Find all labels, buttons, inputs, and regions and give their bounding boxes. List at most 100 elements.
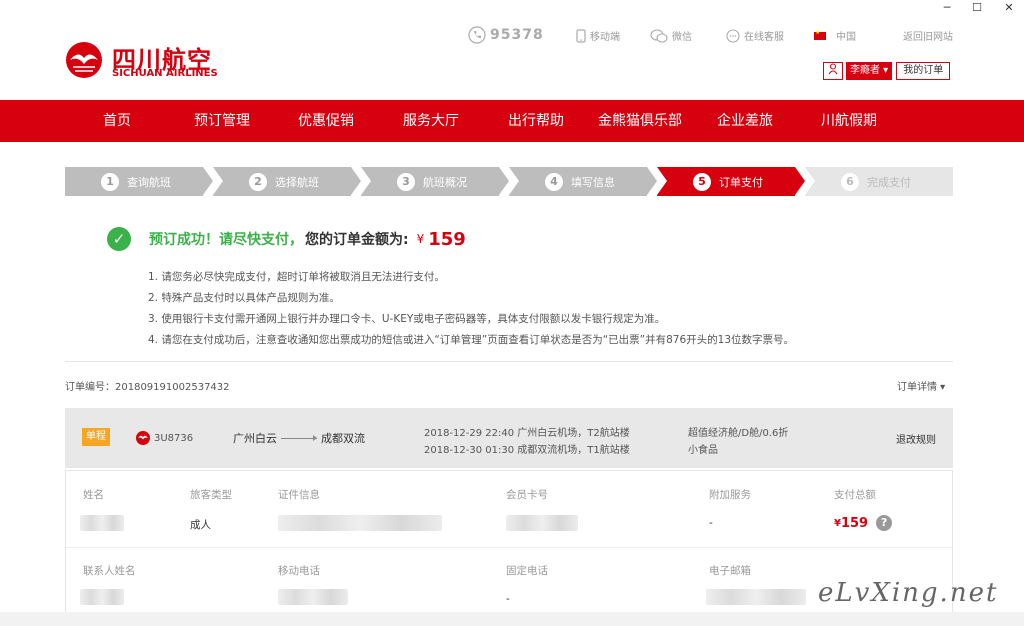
header-id-info: 证件信息	[278, 489, 320, 501]
order-number: 订单编号：201809191002537432	[65, 382, 230, 393]
nav-promotions[interactable]: 优惠促销	[298, 100, 354, 142]
landline-value: -	[506, 593, 510, 605]
nav-travel-help[interactable]: 出行帮助	[508, 100, 564, 142]
meal-info: 小食品	[688, 445, 718, 456]
site-logo[interactable]: 四川航空 SICHUAN AIRLINES	[64, 40, 218, 84]
redacted-contact-name	[80, 589, 124, 605]
success-check-icon: ✓	[107, 227, 131, 251]
step-search-flights: 1 查询航班	[65, 167, 203, 196]
nav-booking-management[interactable]: 预订管理	[194, 100, 250, 142]
booking-steps: 1 查询航班 2 选择航班 3 航班概况 4 填写信息 5 订单支付 6 完成支…	[65, 167, 953, 196]
flight-summary: 单程 3U8736 广州白云 成都双流 2018-12-29 22:40 广州白…	[65, 408, 953, 468]
total-amount: 159	[840, 515, 869, 531]
china-flag-icon	[814, 29, 826, 40]
step-label: 完成支付	[867, 175, 911, 189]
step-number: 5	[693, 172, 711, 191]
site-header: 四川航空 SICHUAN AIRLINES 95378 移动端 微信 在线客服 …	[0, 18, 1024, 100]
close-button[interactable]: ✕	[994, 0, 1024, 18]
order-details-toggle[interactable]: 订单详情 ▾	[897, 378, 945, 393]
nav-golden-panda-club[interactable]: 金熊猫俱乐部	[598, 100, 682, 142]
nav-home[interactable]: 首页	[103, 100, 131, 142]
redacted-email	[706, 589, 806, 605]
refund-rules-link[interactable]: 退改规则	[896, 431, 936, 446]
wechat-link[interactable]: 微信	[650, 28, 692, 43]
header-member-card: 会员卡号	[506, 489, 548, 501]
note-item: 2. 特殊产品支付时以具体产品规则为准。	[148, 292, 340, 304]
window-titlebar: ─ ☐ ✕	[0, 0, 1024, 18]
step-number: 3	[397, 172, 415, 191]
cabin-class: 超值经济舱/D舱/0.6折	[688, 428, 789, 439]
row-divider	[66, 547, 952, 548]
nav-service-hall[interactable]: 服务大厅	[403, 100, 459, 142]
step-number: 4	[545, 172, 563, 191]
passenger-type: 成人	[190, 519, 211, 531]
step-payment-complete: 6 完成支付	[805, 167, 953, 196]
step-label: 选择航班	[275, 175, 319, 189]
nav-corporate-travel[interactable]: 企业差旅	[717, 100, 773, 142]
step-number: 2	[249, 172, 267, 191]
step-select-flight: 2 选择航班	[213, 167, 351, 196]
step-label: 订单支付	[719, 175, 763, 189]
header-email: 电子邮箱	[709, 565, 751, 577]
mobile-link[interactable]: 移动端	[576, 28, 620, 43]
region-selector[interactable]: 中国	[814, 28, 856, 43]
note-item: 4. 请您在支付成功后，注意查收通知您出票成功的短信或进入“订单管理”页面查看订…	[148, 334, 795, 346]
logo-text-en: SICHUAN AIRLINES	[112, 68, 218, 79]
destination-city: 成都双流	[321, 432, 365, 445]
flight-number-text: 3U8736	[154, 432, 194, 444]
note-item: 3. 使用银行卡支付需开通网上银行并办理口令卡、U-KEY或电子密码器等，具体支…	[148, 313, 666, 325]
header-contact-name: 联系人姓名	[83, 565, 136, 577]
header-mobile-phone: 移动电话	[278, 565, 320, 577]
step-number: 1	[101, 172, 119, 191]
nav-holidays[interactable]: 川航假期	[821, 100, 877, 142]
mobile-icon	[576, 28, 586, 43]
header-landline: 固定电话	[506, 565, 548, 577]
flight-number: 3U8736	[135, 430, 193, 446]
payment-notes: 1. 请您务必尽快完成支付，超时订单将被取消且无法进行支付。 2. 特殊产品支付…	[148, 270, 794, 354]
step-label: 航班概况	[423, 175, 467, 189]
watermark: eLvXing.net	[818, 578, 999, 608]
hotline: 95378	[468, 26, 544, 44]
extra-service-value: -	[709, 517, 713, 529]
help-icon[interactable]: ?	[876, 515, 893, 531]
user-name-dropdown[interactable]: 李瘾者 ▾	[846, 62, 893, 80]
currency-symbol: ¥	[416, 232, 425, 246]
step-order-payment: 5 订单支付	[657, 167, 795, 196]
online-service-link[interactable]: 在线客服	[726, 28, 784, 43]
note-item: 1. 请您务必尽快完成支付，超时订单将被取消且无法进行支付。	[148, 271, 445, 283]
user-box: 李瘾者 ▾ 我的订单	[823, 62, 951, 80]
hotline-number: 95378	[490, 27, 544, 43]
online-service-label: 在线客服	[744, 32, 784, 43]
divider	[65, 361, 953, 362]
order-amount-label: 您的订单金额为:	[305, 232, 409, 248]
redacted-id	[278, 515, 442, 531]
booking-success-message: ✓ 预订成功！请尽快支付， 您的订单金额为: ¥ 159	[107, 226, 466, 252]
user-icon	[823, 62, 843, 80]
wechat-icon	[650, 28, 668, 43]
region-label: 中国	[836, 32, 856, 43]
step-flight-overview: 3 航班概况	[361, 167, 499, 196]
total-currency: ¥	[834, 517, 841, 529]
order-amount: 159	[428, 228, 466, 250]
one-way-badge: 单程	[82, 428, 110, 446]
flight-route: 广州白云 成都双流	[233, 430, 365, 446]
step-label: 填写信息	[571, 175, 615, 189]
header-total-payment: 支付总额	[834, 489, 876, 501]
header-passenger-type: 旅客类型	[190, 489, 232, 501]
bottom-strip	[0, 612, 1024, 626]
minimize-button[interactable]: ─	[932, 0, 962, 18]
maximize-button[interactable]: ☐	[962, 0, 992, 18]
wechat-label: 微信	[672, 32, 692, 43]
step-fill-info: 4 填写信息	[509, 167, 647, 196]
success-text: 预订成功！请尽快支付，	[149, 232, 303, 248]
redacted-mobile	[278, 589, 348, 605]
my-orders-button[interactable]: 我的订单	[896, 62, 951, 80]
header-extra-services: 附加服务	[709, 489, 751, 501]
phone-icon	[468, 26, 486, 44]
old-site-link[interactable]: 返回旧网站	[903, 28, 953, 43]
main-nav: 首页 预订管理 优惠促销 服务大厅 出行帮助 金熊猫俱乐部 企业差旅 川航假期	[0, 100, 1024, 142]
sichuan-airlines-logo-icon	[66, 42, 102, 78]
departure-info: 2018-12-29 22:40 广州白云机场，T2航站楼	[424, 428, 630, 439]
step-number: 6	[841, 172, 859, 191]
redacted-name	[80, 515, 124, 531]
